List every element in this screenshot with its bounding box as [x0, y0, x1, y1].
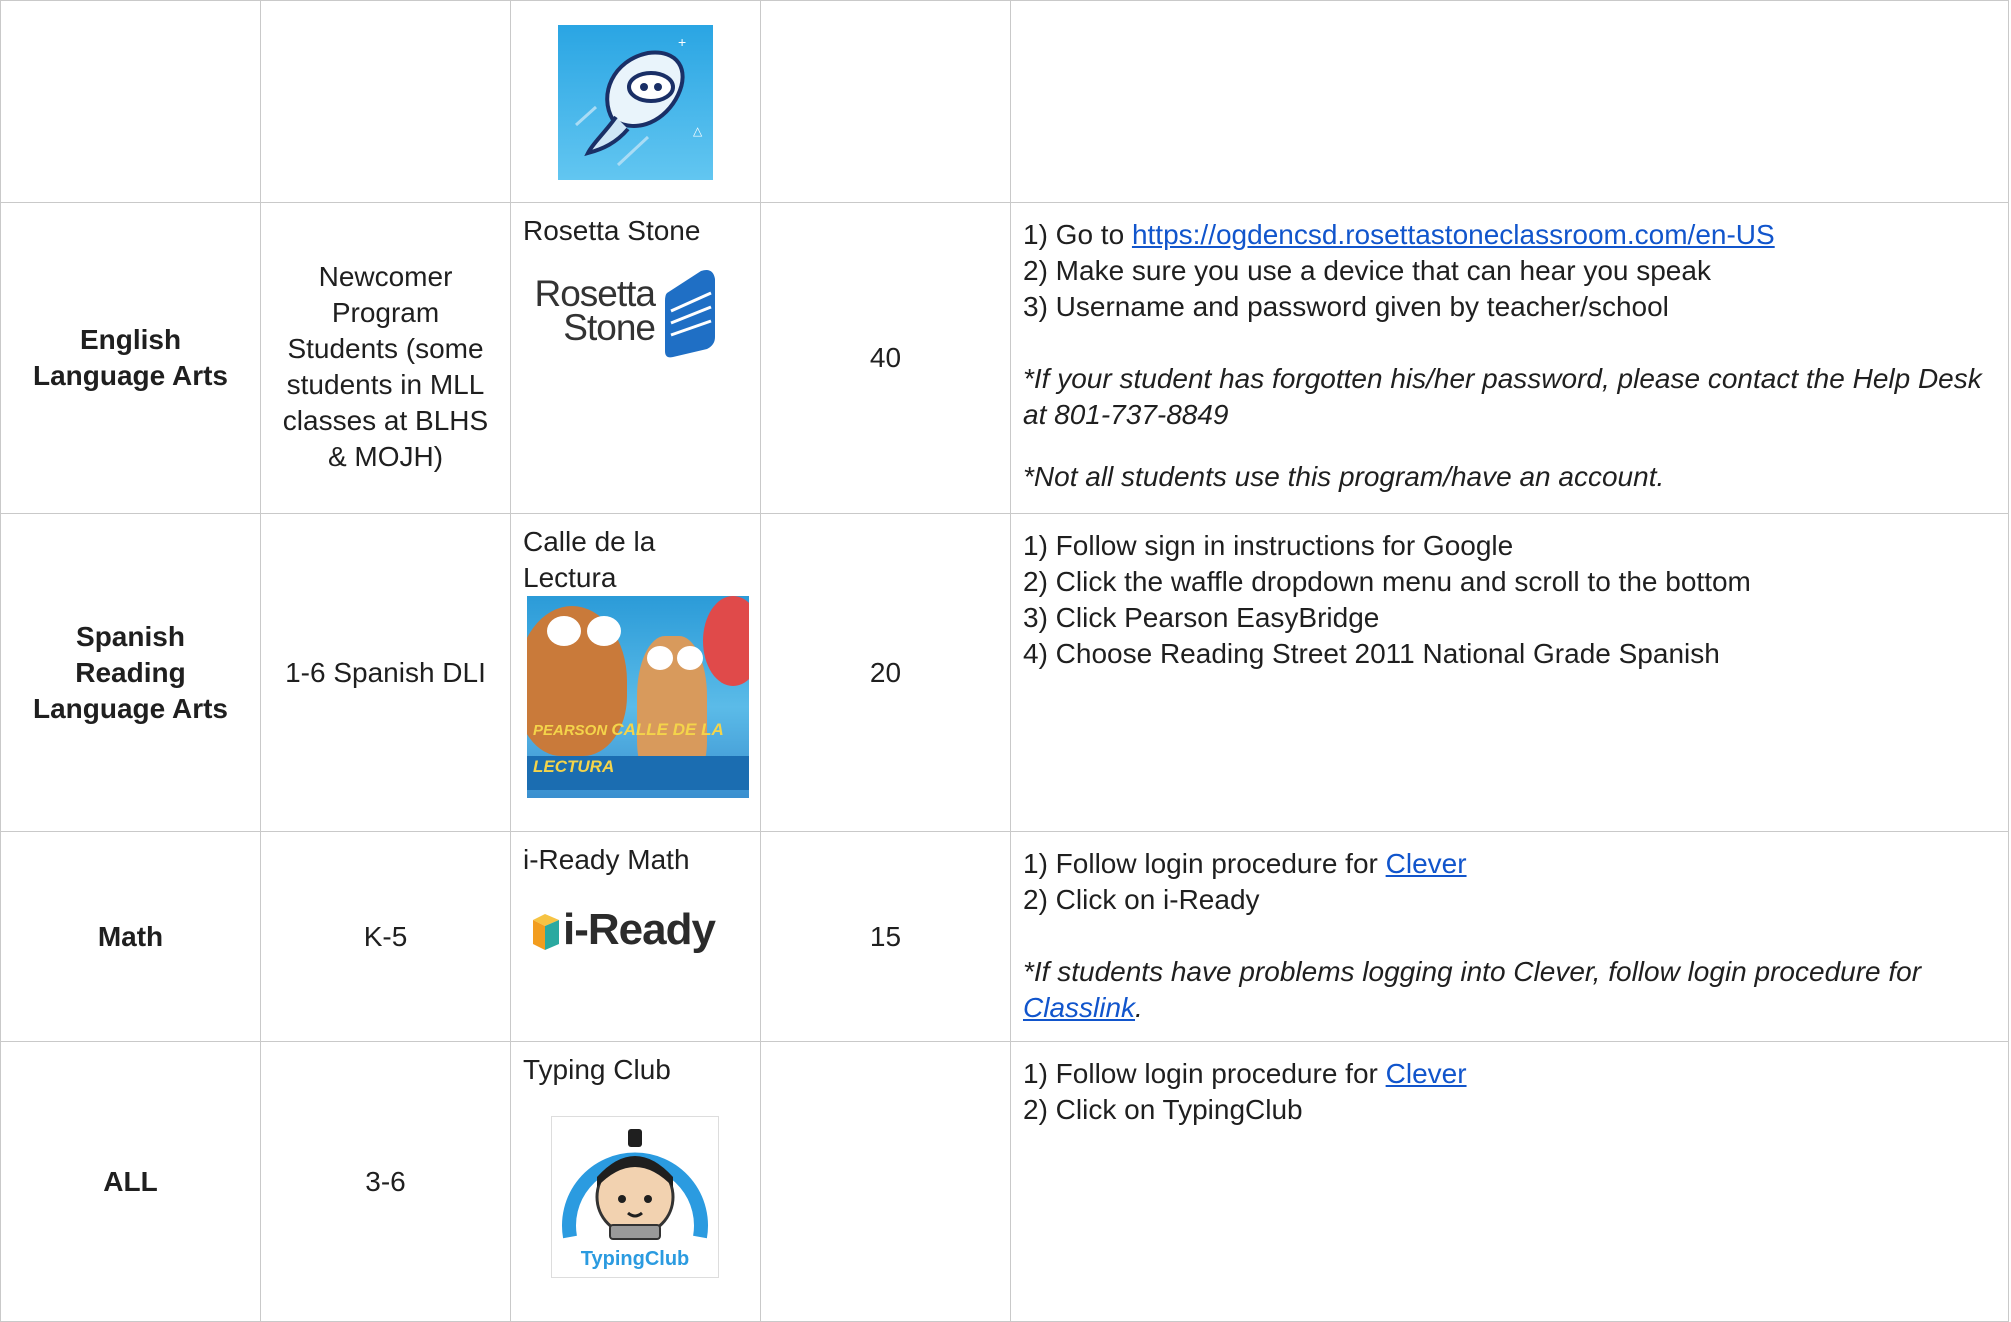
clever-link[interactable]: Clever [1386, 1058, 1467, 1089]
program-cell: i-Ready Math i-Ready [510, 831, 761, 1042]
subject-cell: English Language Arts [0, 202, 261, 514]
instructions: 1) Follow sign in instructions for Googl… [1011, 514, 2008, 672]
program-name: Typing Club [523, 1054, 671, 1085]
instructions: 1) Follow login procedure for Clever 2) … [1011, 832, 2008, 1026]
step-2: 2) Click on i-Ready [1023, 884, 1260, 915]
instructions-cell: 1) Follow login procedure for Clever 2) … [1010, 1041, 2009, 1322]
rocket-mascot-icon: + △ [558, 25, 713, 180]
table-row: + △ [0, 0, 2009, 203]
program-cell: Rosetta Stone Rosetta Stone [510, 202, 761, 514]
typing-club-logo-icon: TypingClub [551, 1116, 719, 1278]
step-1: 1) Follow login procedure for Clever [1023, 1058, 1467, 1089]
svg-text:△: △ [693, 124, 703, 138]
programs-table: + △ English Language Arts Newcomer Progra… [0, 0, 2009, 1322]
table-row: Spanish Reading Language Arts 1-6 Spanis… [0, 513, 2009, 832]
calle-de-la-lectura-image-icon: PEARSON CALLE DE LA LECTURA [527, 596, 749, 798]
program-cell: Calle de la Lectura PEARSON CALLE DE LA L… [510, 513, 761, 832]
step-1: 1) Go to https://ogdencsd.rosettastonecl… [1023, 219, 1775, 250]
program-cell: Typing Club TypingClub [510, 1041, 761, 1322]
grades-cell: Newcomer Program Students (some students… [260, 202, 511, 514]
table-row: Math K-5 i-Ready Math i-Ready 15 1) Foll… [0, 831, 2009, 1042]
minutes-cell: 20 [760, 513, 1011, 832]
program-name: Calle de la Lectura [523, 526, 656, 593]
account-note: *Not all students use this program/have … [1023, 461, 1665, 492]
grades-cell: 1-6 Spanish DLI [260, 513, 511, 832]
step-2: 2) Make sure you use a device that can h… [1023, 255, 1711, 286]
subject-cell: Spanish Reading Language Arts [0, 513, 261, 832]
instructions-cell [1010, 0, 2009, 203]
instructions: 1) Follow login procedure for Clever 2) … [1011, 1042, 2008, 1128]
grades-cell: 3-6 [260, 1041, 511, 1322]
program-name: Rosetta Stone [523, 215, 701, 246]
minutes-cell: 40 [760, 202, 1011, 514]
classlink-link[interactable]: Classlink [1023, 992, 1135, 1023]
subject-cell: Math [0, 831, 261, 1042]
step-3: 3) Username and password given by teache… [1023, 291, 1669, 322]
program-name: i-Ready Math [523, 844, 690, 875]
program-cell: + △ [510, 0, 761, 203]
step-1: 1) Follow login procedure for Clever [1023, 848, 1467, 879]
table-row: English Language Arts Newcomer Program St… [0, 202, 2009, 514]
subject-cell: ALL [0, 1041, 261, 1322]
minutes-cell: 15 [760, 831, 1011, 1042]
step-3: 3) Click Pearson EasyBridge [1023, 602, 1380, 633]
subject-cell [0, 0, 261, 203]
step-2: 2) Click the waffle dropdown menu and sc… [1023, 566, 1751, 597]
subject-label: Spanish Reading Language Arts [33, 620, 228, 724]
step-2: 2) Click on TypingClub [1023, 1094, 1303, 1125]
password-note: *If your student has forgotten his/her p… [1023, 363, 1982, 430]
rosetta-stone-link[interactable]: https://ogdencsd.rosettastoneclassroom.c… [1132, 219, 1775, 250]
grades-cell: K-5 [260, 831, 511, 1042]
minutes-cell [760, 1041, 1011, 1322]
instructions-cell: 1) Follow sign in instructions for Googl… [1010, 513, 2009, 832]
grades-cell [260, 0, 511, 203]
rosetta-stone-logo-icon: Rosetta Stone [511, 267, 760, 377]
clever-link[interactable]: Clever [1386, 848, 1467, 879]
minutes-cell [760, 0, 1011, 203]
instructions-cell: 1) Go to https://ogdencsd.rosettastonecl… [1010, 202, 2009, 514]
classlink-note: *If students have problems logging into … [1023, 956, 1922, 1023]
grades-label: Newcomer Program Students (some students… [282, 261, 489, 472]
instructions: 1) Go to https://ogdencsd.rosettastonecl… [1011, 203, 2008, 495]
step-4: 4) Choose Reading Street 2011 National G… [1023, 638, 1720, 669]
subject-label: English Language Arts [33, 324, 228, 391]
instructions-cell: 1) Follow login procedure for Clever 2) … [1010, 831, 2009, 1042]
i-ready-logo-icon: i-Ready [511, 902, 760, 972]
svg-text:+: + [678, 34, 686, 50]
table-row: ALL 3-6 Typing Club TypingClub 1) Follow… [0, 1041, 2009, 1322]
step-1: 1) Follow sign in instructions for Googl… [1023, 530, 1514, 561]
